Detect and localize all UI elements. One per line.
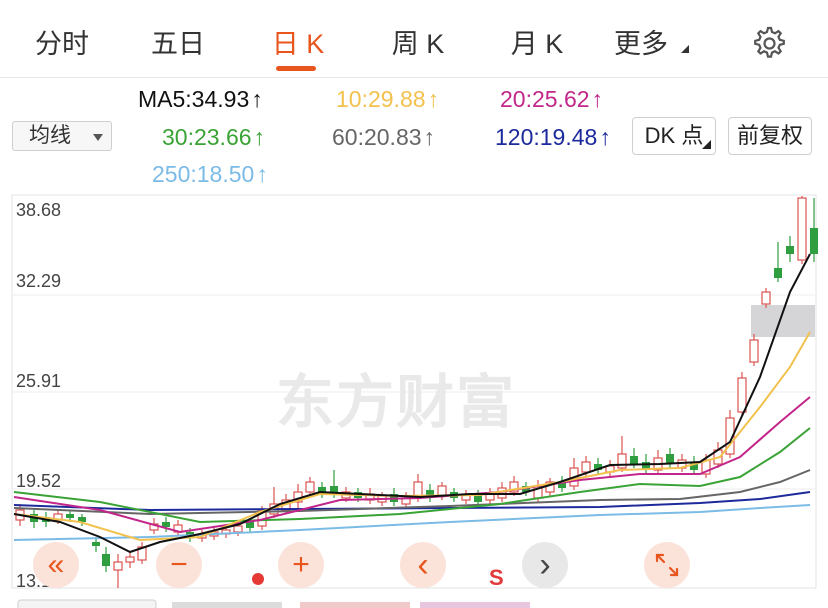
tab-more-label: 更多 (614, 29, 668, 59)
expand-arrows-icon (655, 553, 679, 577)
candle-body (113, 561, 123, 571)
ma120-value: 120:19.48↑ (495, 124, 611, 150)
marker-dot (252, 573, 264, 585)
up-arrow-icon: ↑ (423, 124, 436, 150)
zoom-in-button[interactable]: + (278, 542, 324, 588)
y-label-top: 38.68 (16, 200, 62, 220)
indicator-select[interactable]: 均线 (12, 121, 112, 151)
tab-daily-k[interactable]: 日 K (266, 22, 330, 62)
sell-signal-label: S (489, 565, 504, 590)
tab-monthly-k[interactable]: 月 K (505, 22, 569, 62)
candle-body (786, 246, 794, 254)
up-arrow-icon: ↑ (256, 161, 268, 187)
candle-body (810, 228, 818, 254)
previous-button[interactable]: ‹ (400, 542, 446, 588)
period-tab-bar: 分时 五日 日 K 周 K 月 K 更多 (0, 0, 828, 78)
corner-triangle-icon (702, 140, 711, 149)
dropdown-caret-icon (93, 134, 103, 141)
up-arrow-icon: ↑ (427, 86, 440, 112)
y-label-3: 25.91 (16, 371, 62, 391)
candle-body (233, 525, 243, 533)
active-tab-indicator (276, 66, 316, 71)
forward-adjust-button[interactable]: 前复权 (728, 117, 812, 155)
small-triangle-icon (680, 45, 689, 53)
tab-intraday[interactable]: 分时 (30, 22, 94, 62)
candle-body (797, 197, 807, 261)
bottom-cutoff-row (17, 599, 530, 608)
tab-more[interactable]: 更多 (614, 22, 694, 62)
ma10-value: 10:29.88↑ (336, 86, 440, 112)
dk-point-button[interactable]: DK 点 (632, 117, 716, 155)
candle-body (581, 461, 591, 473)
up-arrow-icon: ↑ (251, 86, 263, 112)
fullscreen-button[interactable] (644, 542, 690, 588)
ma-lines (13, 253, 811, 554)
up-arrow-icon: ↑ (253, 124, 266, 150)
candle-body (617, 453, 627, 469)
ma20-value: 20:25.62↑ (500, 86, 604, 112)
ma60-line (13, 469, 811, 516)
double-chevron-left-icon: « (47, 548, 65, 581)
candle-body (92, 542, 100, 546)
chevron-right-icon: › (539, 546, 551, 584)
candle-body (630, 456, 638, 464)
candlestick-chart[interactable] (0, 192, 828, 592)
tab-weekly-k[interactable]: 周 K (386, 22, 450, 62)
candle-body (102, 554, 110, 566)
ma250-value: 250:18.50↑ (152, 161, 268, 187)
zoom-out-button[interactable]: − (156, 542, 202, 588)
candle-body (66, 514, 74, 518)
candle-body (737, 377, 747, 413)
candle-body (761, 291, 771, 305)
next-button[interactable]: › (522, 542, 568, 588)
chart-frame (11, 194, 817, 589)
gear-icon[interactable] (750, 24, 786, 60)
tab-five-day[interactable]: 五日 (146, 22, 210, 62)
up-arrow-icon: ↑ (591, 86, 604, 112)
chevron-left-icon: ‹ (417, 546, 429, 584)
candle-body (305, 481, 315, 493)
ma60-value: 60:20.83↑ (332, 124, 436, 150)
plus-icon: + (292, 548, 310, 581)
ma30-value: 30:23.66↑ (162, 124, 266, 150)
candle-body (125, 556, 135, 563)
zoom-out-far-button[interactable]: « (33, 542, 79, 588)
up-arrow-icon: ↑ (599, 124, 611, 150)
ma5-value: MA5:34.93↑ (138, 86, 263, 112)
candle-body (774, 268, 782, 278)
y-label-4: 19.52 (16, 471, 62, 491)
minus-icon: − (170, 548, 188, 581)
candle-body (749, 339, 759, 363)
y-label-2: 32.29 (16, 271, 62, 291)
candle-body (162, 522, 170, 527)
